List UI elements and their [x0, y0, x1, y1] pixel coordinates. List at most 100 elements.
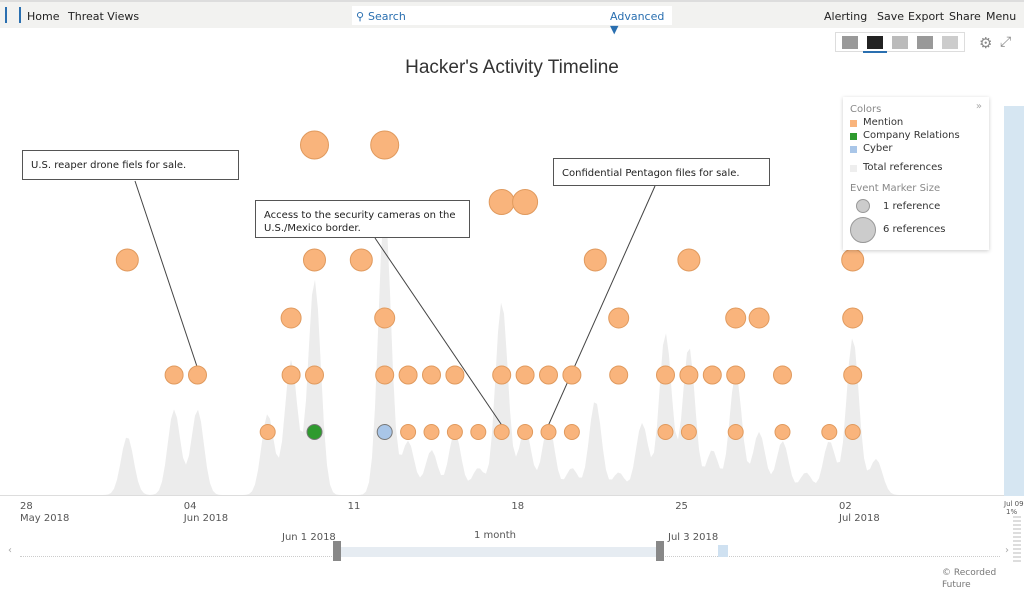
- tick-day: 11: [347, 501, 361, 512]
- event-marker-mention[interactable]: [680, 424, 697, 440]
- callout-connector: [134, 180, 198, 369]
- event-marker-mention[interactable]: [305, 365, 324, 385]
- tick-month: Jul 2018: [839, 513, 880, 524]
- navigator-highlight: [718, 545, 728, 557]
- legend: Colors » Mention Company Relations Cyber…: [843, 97, 989, 250]
- event-marker-mention[interactable]: [281, 365, 301, 385]
- legend-size-large: 6 references: [883, 224, 946, 235]
- event-marker-mention[interactable]: [843, 365, 863, 385]
- tick-month: Jun 2018: [183, 513, 229, 524]
- event-marker-company-relations[interactable]: [306, 424, 323, 440]
- total-swatch: [850, 165, 857, 172]
- large-marker-icon: [850, 217, 876, 243]
- tick-day: 28: [20, 501, 33, 512]
- event-marker-mention[interactable]: [726, 365, 746, 385]
- legend-size-label: Event Marker Size: [850, 183, 941, 194]
- vertical-scale: [1013, 516, 1021, 562]
- callout-drone: U.S. reaper drone fiels for sale.: [22, 150, 239, 180]
- range-start-handle[interactable]: [333, 541, 341, 561]
- range-end-handle[interactable]: [656, 541, 664, 561]
- event-marker-mention[interactable]: [842, 307, 864, 329]
- range-end-label[interactable]: Jul 3 2018: [668, 532, 718, 544]
- x-tick-label: 02 Jul 2018: [839, 501, 880, 525]
- tick-day: 04: [183, 501, 197, 512]
- callout-cameras: Access to the security cameras on the U.…: [255, 200, 470, 238]
- navigator-selection[interactable]: [338, 547, 661, 557]
- event-marker-mention[interactable]: [748, 307, 770, 329]
- event-marker-cyber[interactable]: [376, 424, 393, 440]
- collapse-icon[interactable]: »: [976, 101, 982, 112]
- cyber-swatch: [850, 146, 857, 153]
- event-marker-mention[interactable]: [115, 248, 139, 272]
- event-marker-mention[interactable]: [370, 130, 400, 160]
- x-tick-label: 04 Jun 2018: [184, 501, 228, 525]
- event-marker-mention[interactable]: [656, 365, 675, 385]
- legend-colors-label: Colors: [850, 104, 882, 115]
- x-tick-label: 28 May 2018: [20, 501, 69, 525]
- event-marker-mention[interactable]: [470, 424, 487, 440]
- event-marker-mention[interactable]: [188, 365, 207, 385]
- scroll-left-icon[interactable]: ‹: [8, 545, 12, 557]
- event-marker-mention[interactable]: [488, 189, 515, 215]
- callout-connector: [548, 185, 656, 426]
- event-marker-mention[interactable]: [349, 248, 373, 272]
- event-marker-mention[interactable]: [540, 424, 557, 440]
- tick-day: 25: [675, 501, 688, 512]
- tick-day: 18: [511, 501, 525, 512]
- event-marker-mention[interactable]: [374, 307, 396, 329]
- event-marker-mention[interactable]: [400, 424, 417, 440]
- footer-copyright: © Recorded Future: [942, 568, 997, 590]
- event-marker-mention[interactable]: [422, 365, 441, 385]
- event-marker-mention[interactable]: [446, 424, 463, 440]
- tick-month: May 2018: [20, 513, 70, 524]
- legend-mention[interactable]: Mention: [863, 117, 903, 128]
- x-tick-label: 11: [348, 501, 361, 513]
- event-marker-mention[interactable]: [774, 424, 791, 440]
- callout-pentagon: Confidential Pentagon files for sale.: [553, 158, 770, 186]
- event-marker-mention[interactable]: [702, 365, 722, 385]
- event-marker-mention[interactable]: [679, 365, 699, 385]
- legend-total[interactable]: Total references: [863, 162, 943, 173]
- range-start-label[interactable]: Jun 1 2018: [282, 532, 336, 544]
- event-marker-mention[interactable]: [773, 365, 792, 385]
- scroll-right-icon[interactable]: ›: [1005, 545, 1009, 557]
- event-marker-mention[interactable]: [725, 307, 747, 329]
- event-marker-mention[interactable]: [608, 307, 630, 329]
- event-marker-mention[interactable]: [492, 365, 512, 385]
- event-marker-mention[interactable]: [445, 365, 465, 385]
- tick-day: 02: [839, 501, 852, 512]
- event-marker-mention[interactable]: [727, 424, 744, 440]
- event-marker-mention[interactable]: [841, 248, 865, 272]
- event-marker-mention[interactable]: [517, 424, 534, 440]
- event-marker-mention[interactable]: [303, 248, 326, 272]
- event-marker-mention[interactable]: [280, 307, 302, 329]
- event-marker-mention[interactable]: [423, 424, 440, 440]
- event-marker-mention[interactable]: [609, 365, 629, 385]
- timeline-chart: [0, 130, 1004, 496]
- event-marker-mention[interactable]: [539, 365, 558, 385]
- event-marker-mention[interactable]: [657, 424, 674, 440]
- event-marker-mention[interactable]: [563, 424, 580, 440]
- event-marker-mention[interactable]: [583, 248, 607, 272]
- x-tick-label: 25: [675, 501, 688, 513]
- event-marker-mention[interactable]: [677, 248, 701, 272]
- range-span-label: 1 month: [474, 530, 516, 541]
- small-marker-icon: [856, 199, 870, 213]
- event-marker-mention[interactable]: [164, 365, 184, 385]
- event-marker-mention[interactable]: [821, 424, 838, 440]
- event-marker-mention[interactable]: [512, 189, 539, 215]
- event-marker-mention[interactable]: [493, 424, 510, 440]
- legend-company-relations[interactable]: Company Relations: [863, 130, 960, 141]
- event-marker-mention[interactable]: [259, 424, 276, 440]
- company-relations-swatch: [850, 133, 857, 140]
- event-marker-mention[interactable]: [844, 424, 861, 440]
- x-tick-label: 18: [511, 501, 524, 513]
- legend-size-small: 1 reference: [883, 201, 941, 212]
- legend-cyber[interactable]: Cyber: [863, 143, 893, 154]
- event-marker-mention[interactable]: [398, 365, 418, 385]
- event-marker-mention[interactable]: [515, 365, 535, 385]
- mention-swatch: [850, 120, 857, 127]
- event-marker-mention[interactable]: [300, 130, 329, 160]
- event-marker-mention[interactable]: [562, 365, 582, 385]
- event-marker-mention[interactable]: [375, 365, 395, 385]
